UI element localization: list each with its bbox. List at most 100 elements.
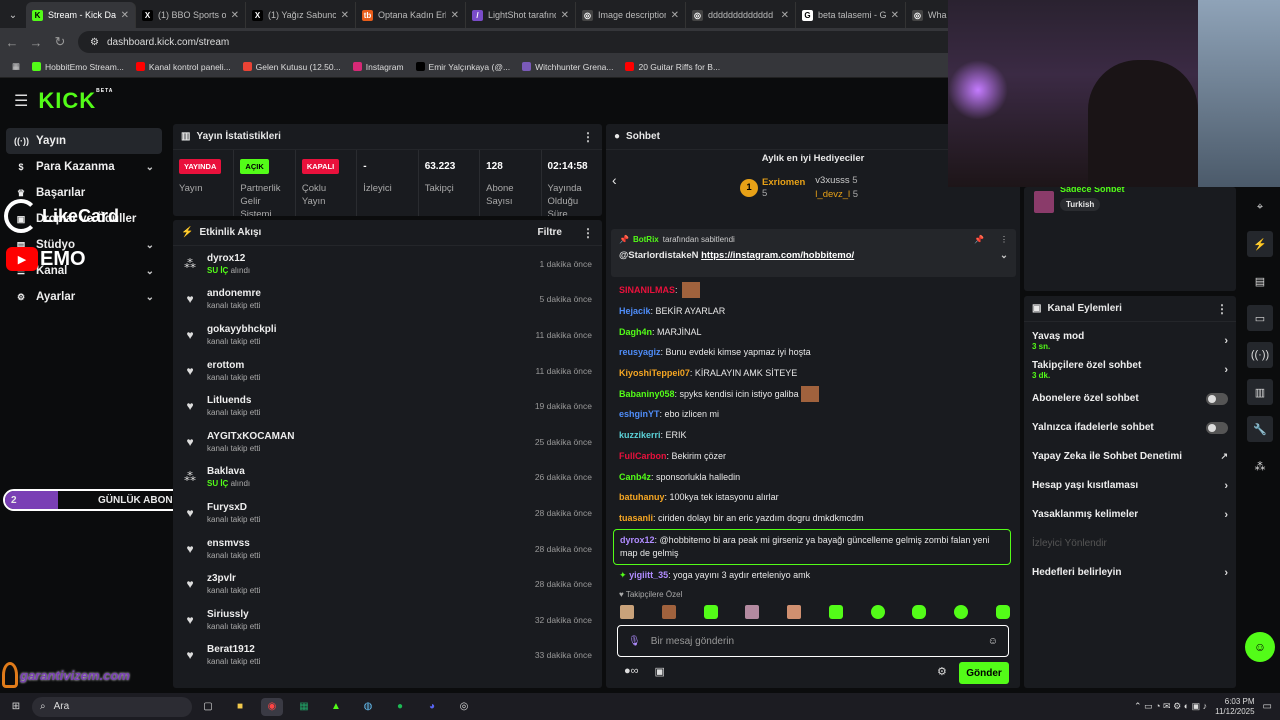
mic-icon[interactable]: 🎙 — [628, 636, 641, 647]
discord-icon[interactable]: ◕ — [421, 698, 443, 716]
message-user[interactable]: Canb4z — [619, 471, 651, 483]
emote[interactable] — [745, 605, 760, 619]
emoji-icon[interactable]: ☺ — [988, 636, 998, 647]
emote[interactable] — [870, 605, 885, 619]
start-icon[interactable]: ⊞ — [5, 698, 27, 716]
bookmark-item[interactable]: Instagram — [352, 62, 404, 72]
message-user[interactable]: yigiitt_35 — [629, 570, 668, 580]
top-gifter[interactable]: 1 Exriomen 5 — [740, 175, 805, 200]
emote[interactable] — [954, 605, 969, 619]
chevron-left-icon[interactable]: ‹ — [612, 172, 617, 188]
site-info-icon[interactable]: ⚙ — [90, 37, 99, 48]
bookmark-item[interactable]: HobbitEmo Stream... — [32, 62, 124, 72]
points-icon[interactable]: ●∞ — [624, 665, 639, 678]
close-icon[interactable]: ✕ — [671, 10, 679, 21]
message-user[interactable]: Hejacik — [619, 305, 651, 317]
activity-item[interactable]: ♥ Litluends kanalı takip etti 19 dakika önc… — [173, 388, 602, 424]
taskbar-search[interactable]: ⌕ Ara — [32, 696, 192, 717]
send-button[interactable]: Gönder — [959, 662, 1009, 684]
chevron-down-icon[interactable]: ⌄ — [146, 292, 154, 303]
message-user[interactable]: KiyoshiTeppei07 — [619, 367, 690, 379]
activity-item[interactable]: ⁂ Baklava SU İÇ alındı 26 dakika önce — [173, 460, 602, 496]
emote[interactable] — [787, 605, 802, 619]
external-link-icon[interactable]: ↗ — [1220, 451, 1228, 462]
steam-icon[interactable]: ◍ — [357, 698, 379, 716]
browser-tab[interactable]: ◎ ddddddddddddd ✕ — [686, 2, 796, 28]
close-icon[interactable]: ✕ — [451, 10, 459, 21]
chrome-icon[interactable]: ◉ — [261, 697, 283, 716]
chat-icon[interactable]: ▭ — [1247, 305, 1273, 331]
gifter-item[interactable]: v3xusss 5 — [815, 175, 858, 186]
chat-settings-icon[interactable]: ⚙ — [937, 665, 947, 678]
activity-item[interactable]: ♥ ensmvss kanalı takip etti 28 dakika önce — [173, 531, 602, 567]
notification-icon[interactable]: ▭ — [1263, 701, 1272, 712]
channel-action[interactable]: Yavaş mod 3 sn. › — [1024, 326, 1236, 355]
forward-icon[interactable]: → — [24, 35, 48, 50]
close-icon[interactable]: ✕ — [121, 10, 129, 21]
chevron-right-icon[interactable]: › — [1224, 364, 1228, 376]
chevron-down-icon[interactable]: ⌄ — [146, 240, 154, 251]
activity-item[interactable]: ⁂ dyrox12 SU İÇ alındı 1 dakika önce — [173, 246, 602, 282]
sidebar-item[interactable]: $ Para Kazanma ⌄ — [6, 154, 162, 180]
activity-item[interactable]: ♥ Siriussly kanalı takip etti 32 dakika önc… — [173, 602, 602, 638]
browser-tab[interactable]: ◎ Image description ✕ — [576, 2, 686, 28]
menu-icon[interactable]: ☰ — [14, 91, 28, 111]
channel-action[interactable]: Takipçilere özel sohbet 3 dk. › — [1024, 355, 1236, 384]
tab-menu-icon[interactable]: ⌄ — [0, 2, 26, 28]
more-options-icon[interactable]: ⋮ — [582, 130, 594, 144]
toggle-switch[interactable] — [1206, 421, 1228, 434]
task-view-icon[interactable]: ▢ — [197, 698, 219, 716]
message-user[interactable]: tuasanli — [619, 512, 653, 524]
toggle-switch[interactable] — [1206, 392, 1228, 405]
excel-icon[interactable]: ▦ — [293, 698, 315, 716]
channel-action[interactable]: Yasaklanmış kelimeler › — [1024, 500, 1236, 529]
message-user[interactable]: reusyagiz — [619, 346, 661, 358]
broadcast-icon[interactable]: ((·)) — [1247, 342, 1273, 368]
pinned-link[interactable]: https://instagram.com/hobbitemo/ — [701, 250, 854, 261]
close-icon[interactable]: ✕ — [891, 10, 899, 21]
emote[interactable] — [661, 605, 676, 619]
chat-input[interactable]: 🎙 Bir mesaj gönderin ☺ — [617, 625, 1009, 657]
emote[interactable] — [620, 605, 634, 619]
close-icon[interactable]: ✕ — [561, 10, 569, 21]
fullscreen-icon[interactable]: ⌖ — [1247, 194, 1273, 220]
browser-tab[interactable]: K Stream - Kick Das ✕ — [26, 2, 136, 28]
support-button[interactable]: ☺ — [1245, 632, 1275, 662]
url-field[interactable]: ⚙ dashboard.kick.com/stream — [78, 31, 998, 53]
chevron-down-icon[interactable]: ⌄ — [146, 266, 154, 277]
channel-action[interactable]: Hedefleri belirleyin › — [1024, 558, 1236, 587]
chevron-right-icon[interactable]: › — [1224, 335, 1228, 347]
activity-item[interactable]: ♥ erottom kanalı takip etti 11 dakika önce — [173, 353, 602, 389]
channel-action[interactable]: Yapay Zeka ile Sohbet Denetimi ↗ — [1024, 442, 1236, 471]
gifter-item[interactable]: l_devz_l 5 — [815, 189, 858, 200]
file-explorer-icon[interactable]: ■ — [229, 698, 251, 716]
bookmark-item[interactable]: 20 Guitar Riffs for B... — [625, 62, 720, 72]
filter-button[interactable]: Filtre — [538, 227, 562, 238]
reload-icon[interactable]: ↻ — [48, 34, 72, 50]
emote[interactable] — [912, 605, 927, 619]
channel-action[interactable]: Yalnızca ifadelerle sohbet — [1024, 413, 1236, 442]
close-icon[interactable]: ✕ — [231, 10, 239, 21]
kick-logo[interactable]: KICKBETA — [38, 88, 113, 114]
browser-tab[interactable]: X (1) Yağız Sabuncu ✕ — [246, 2, 356, 28]
activity-item[interactable]: ♥ FurysxD kanalı takip etti 28 dakika önce — [173, 495, 602, 531]
chevron-right-icon[interactable]: › — [1224, 480, 1228, 492]
close-icon[interactable]: ✕ — [781, 10, 789, 21]
activity-item[interactable]: ♥ z3pvlr kanalı takip etti 28 dakika önce — [173, 566, 602, 602]
chevron-right-icon[interactable]: › — [1224, 509, 1228, 521]
sidebar-item[interactable]: ((·)) Yayın — [6, 128, 162, 154]
browser-tab[interactable]: Gbeta talasemi - Go ✕ — [796, 2, 906, 28]
bookmark-item[interactable]: Witchhunter Grena... — [522, 62, 613, 72]
message-user[interactable]: eshginYT — [619, 408, 660, 420]
browser-tab[interactable]: X (1) BBO Sports on ✕ — [136, 2, 246, 28]
channel-action[interactable]: Abonelere özel sohbet — [1024, 384, 1236, 413]
stack-icon[interactable]: ▥ — [1247, 379, 1273, 405]
unpin-icon[interactable]: 📌 — [974, 235, 984, 244]
activity-item[interactable]: ♥ Berat1912 kanalı takip etti 33 dakika önc… — [173, 638, 602, 674]
activity-item[interactable]: ♥ AYGITxKOCAMAN kanalı takip etti 25 dakika… — [173, 424, 602, 460]
close-icon[interactable]: ✕ — [341, 10, 349, 21]
bookmark-item[interactable]: Gelen Kutusu (12.50... — [242, 62, 341, 72]
more-options-icon[interactable]: ⋮ — [582, 226, 594, 240]
channel-action[interactable]: Hesap yaşı kısıtlaması › — [1024, 471, 1236, 500]
emote[interactable] — [703, 605, 718, 619]
